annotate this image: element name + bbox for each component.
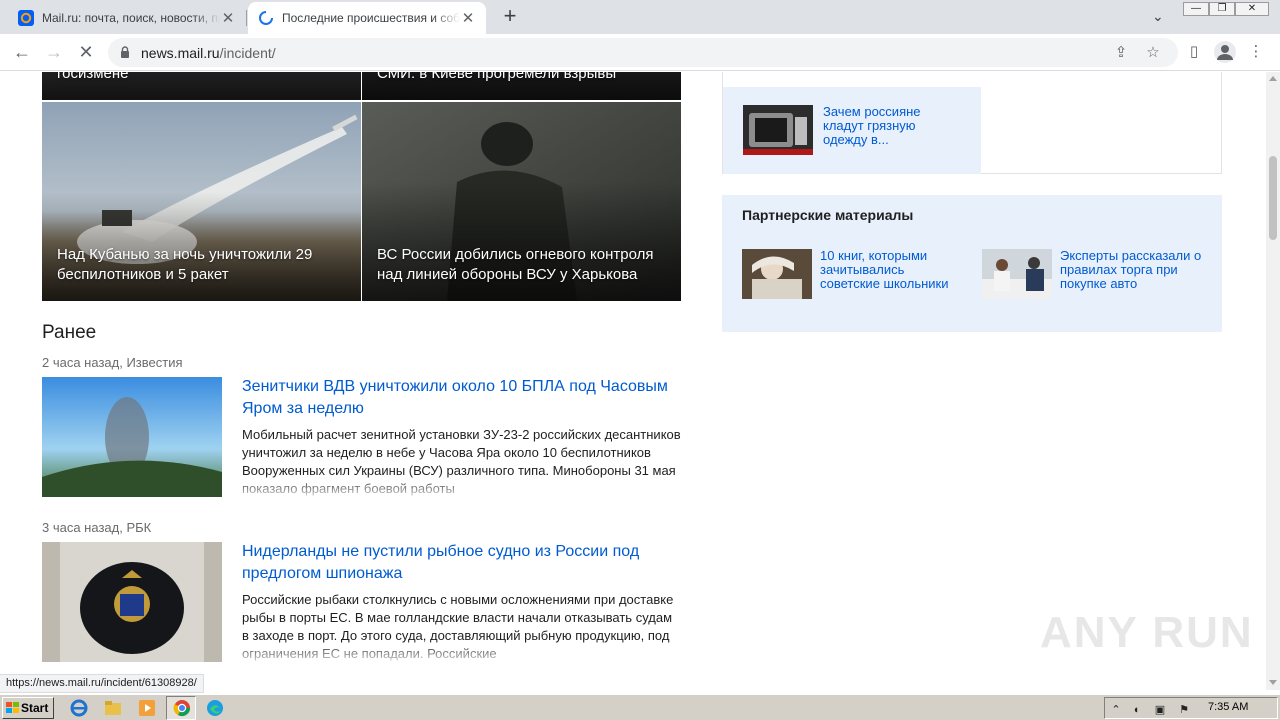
- tile-caption: госизмене: [57, 72, 129, 82]
- windows-logo-icon: [6, 702, 19, 713]
- edge-icon[interactable]: [206, 699, 224, 717]
- tab-title: Последние происшествия и события: [282, 11, 460, 25]
- sidebar-card-item[interactable]: Зачем россияне кладут грязную одежду в..…: [723, 87, 981, 174]
- loading-spinner-icon: [259, 11, 273, 25]
- partner-materials-block: Партнерские материалы 10 книг, которыми …: [722, 195, 1222, 332]
- tab-title: Mail.ru: почта, поиск, новости, прогноз …: [42, 11, 220, 25]
- stop-loading-icon[interactable]: ✕: [74, 40, 98, 64]
- netherlands-emblem-photo: [42, 542, 222, 662]
- news-title-link[interactable]: Нидерланды не пустили рыбное судно из Ро…: [242, 541, 682, 585]
- chrome-icon: [173, 700, 191, 717]
- partner-link[interactable]: 10 книг, которыми зачитывались советские…: [820, 249, 960, 291]
- status-url-tooltip: https://news.mail.ru/incident/61308928/: [0, 674, 204, 693]
- back-arrow-icon[interactable]: ←: [10, 40, 34, 64]
- menu-kebab-icon[interactable]: ⋮: [1246, 42, 1266, 62]
- bookmark-star-icon[interactable]: ☆: [1144, 44, 1162, 62]
- start-button[interactable]: Start: [2, 697, 54, 719]
- media-player-icon[interactable]: [138, 699, 156, 717]
- page-viewport: госизмене СМИ: в Киеве прогремели взрывы…: [0, 72, 1266, 676]
- scroll-down-icon[interactable]: [1269, 680, 1277, 685]
- news-title-link[interactable]: Зенитчики ВДВ уничтожили около 10 БПЛА п…: [242, 376, 682, 420]
- partner-link[interactable]: Эксперты рассказали о правилах торга при…: [1060, 249, 1205, 291]
- forward-arrow-icon[interactable]: →: [42, 40, 66, 64]
- news-tile[interactable]: ВС России добились огневого контроля над…: [362, 102, 681, 301]
- news-meta: 2 часа назад, Известия: [42, 355, 183, 370]
- news-meta: 3 часа назад, РБК: [42, 520, 152, 535]
- url-path: /incident/: [219, 45, 276, 61]
- side-thumbnail[interactable]: [743, 105, 813, 155]
- lock-icon[interactable]: [120, 46, 130, 58]
- taskbar-clock[interactable]: 7:35 AM: [1208, 701, 1248, 713]
- tray-expand-icon[interactable]: ⌃: [1109, 703, 1123, 717]
- scroll-up-icon[interactable]: [1269, 76, 1277, 81]
- anyrun-watermark: ANY RUN: [1040, 608, 1254, 657]
- news-thumbnail[interactable]: [42, 377, 222, 497]
- side-panel-icon[interactable]: ▯: [1184, 42, 1204, 62]
- tab-close-icon[interactable]: ✕: [220, 9, 236, 27]
- news-tile[interactable]: СМИ: в Киеве прогремели взрывы: [362, 72, 681, 100]
- start-label: Start: [21, 701, 49, 715]
- child-reading-photo: [742, 249, 812, 299]
- network-icon[interactable]: ▣: [1153, 703, 1167, 717]
- tab-search-chevron-icon[interactable]: ⌄: [1152, 8, 1164, 25]
- close-window-button[interactable]: ✕: [1235, 2, 1269, 16]
- tab-strip: Mail.ru: почта, поиск, новости, прогноз …: [0, 0, 1280, 34]
- tab-mailru[interactable]: Mail.ru: почта, поиск, новости, прогноз …: [8, 2, 246, 34]
- taskbar: Start ⌃ ◖ ▣ ⚑ 7:35 AM: [0, 694, 1280, 720]
- partner-thumbnail[interactable]: [982, 249, 1052, 299]
- new-tab-button[interactable]: +: [498, 5, 522, 29]
- news-snippet: Мобильный расчет зенитной установки ЗУ-2…: [242, 427, 681, 496]
- partner-thumbnail[interactable]: [742, 249, 812, 299]
- volume-icon[interactable]: ◖: [1129, 703, 1143, 717]
- tab-close-icon[interactable]: ✕: [460, 9, 476, 27]
- section-heading-earlier: Ранее: [42, 322, 97, 343]
- tile-caption: Над Кубанью за ночь уничтожили 29 беспил…: [57, 246, 313, 283]
- vertical-scrollbar[interactable]: [1266, 72, 1280, 690]
- news-thumbnail[interactable]: [42, 542, 222, 662]
- car-dealer-photo: [982, 249, 1052, 299]
- mailru-favicon-icon: [18, 10, 34, 26]
- address-bar[interactable]: news.mail.ru/incident/ ⇪ ☆: [108, 38, 1178, 67]
- internet-explorer-icon[interactable]: [70, 699, 88, 717]
- taskbar-chrome-button[interactable]: [166, 696, 196, 720]
- browser-toolbar: ← → ✕ news.mail.ru/incident/ ⇪ ☆ ▯ ⋮: [0, 34, 1280, 71]
- tab-incidents[interactable]: Последние происшествия и события ✕: [248, 2, 486, 34]
- news-snippet: Российские рыбаки столкнулись с новыми о…: [242, 592, 674, 661]
- share-icon[interactable]: ⇪: [1112, 44, 1130, 62]
- tab-divider: [246, 10, 247, 26]
- scrollbar-thumb[interactable]: [1269, 156, 1277, 240]
- sidebar-card: Зачем россияне кладут грязную одежду в..…: [722, 72, 1222, 174]
- tile-caption: ВС России добились огневого контроля над…: [377, 246, 654, 283]
- tile-caption: СМИ: в Киеве прогремели взрывы: [377, 72, 617, 82]
- microwave-photo: [743, 105, 813, 155]
- news-tile[interactable]: Над Кубанью за ночь уничтожили 29 беспил…: [42, 102, 361, 301]
- restore-button[interactable]: ❐: [1209, 2, 1235, 16]
- side-link[interactable]: Зачем россияне кладут грязную одежду в..…: [823, 105, 963, 147]
- minimize-button[interactable]: —: [1183, 2, 1209, 16]
- flag-notify-icon[interactable]: ⚑: [1177, 703, 1191, 717]
- news-tile[interactable]: госизмене: [42, 72, 361, 100]
- anti-aircraft-gun-photo: [42, 377, 222, 497]
- url-host: news.mail.ru: [141, 45, 220, 61]
- system-tray: ⌃ ◖ ▣ ⚑: [1104, 697, 1278, 719]
- profile-avatar-icon[interactable]: [1214, 41, 1236, 63]
- partner-heading: Партнерские материалы: [742, 207, 914, 223]
- url-text[interactable]: news.mail.ru/incident/: [141, 45, 276, 61]
- file-explorer-icon[interactable]: [104, 699, 122, 717]
